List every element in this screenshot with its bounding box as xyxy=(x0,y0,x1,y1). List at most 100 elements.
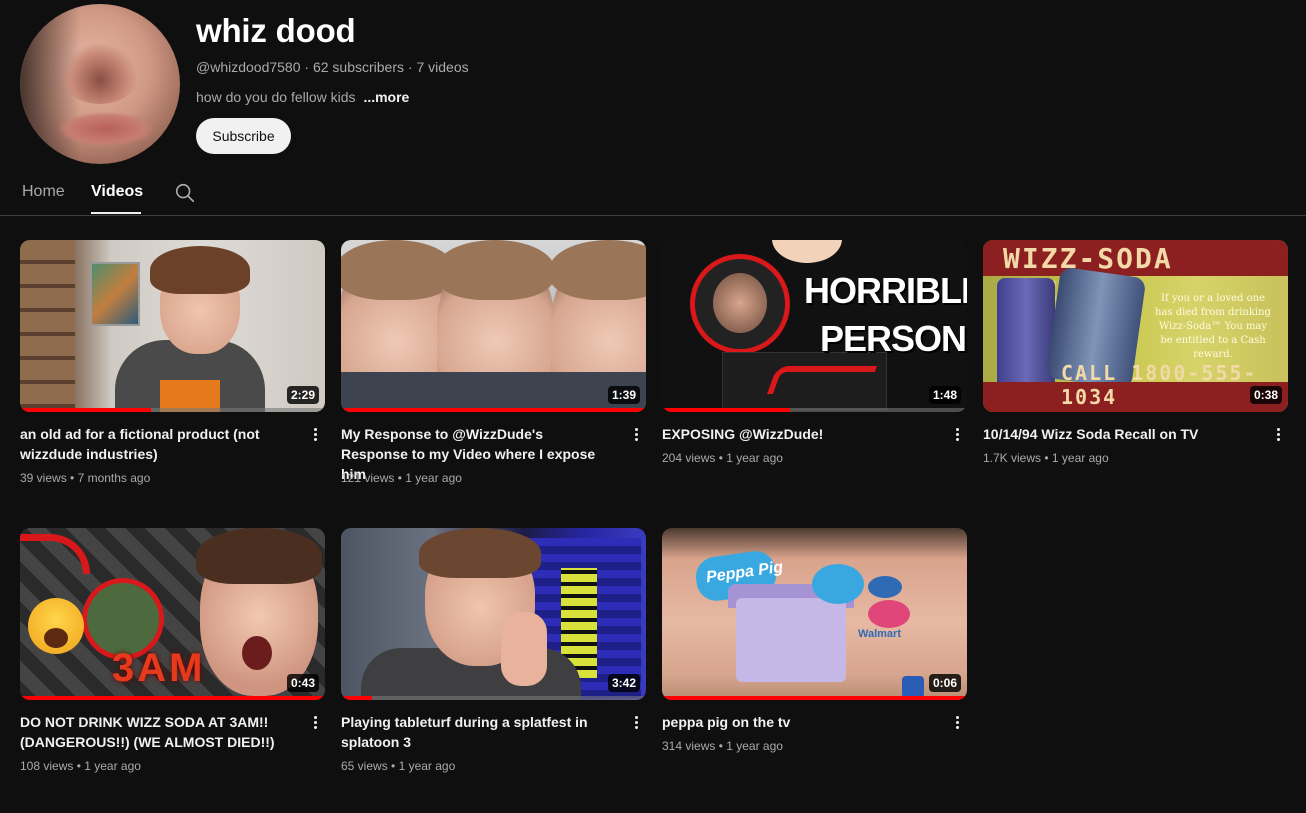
channel-name: whiz dood xyxy=(196,12,356,49)
channel-handle: @whizdood7580 xyxy=(196,59,301,75)
video-card[interactable]: 3:42 Playing tableturf during a splatfes… xyxy=(341,528,646,773)
video-count: 7 videos xyxy=(416,59,469,75)
video-duration: 2:29 xyxy=(286,386,319,404)
video-meta: 1.7K views • 1 year ago xyxy=(983,451,1109,465)
upload-age: 1 year ago xyxy=(84,759,141,773)
more-vert-icon[interactable] xyxy=(630,426,642,444)
thumb-text: Walmart xyxy=(858,628,901,640)
search-icon[interactable] xyxy=(174,182,196,204)
video-duration: 3:42 xyxy=(607,674,640,692)
video-thumbnail[interactable]: WIZZ-SODA RECALL If you or a loved one h… xyxy=(983,240,1288,412)
thumb-art xyxy=(690,254,790,354)
subscribe-button[interactable]: Subscribe xyxy=(196,118,291,154)
video-title[interactable]: EXPOSING @WizzDude! xyxy=(662,424,932,444)
video-duration: 1:48 xyxy=(928,386,961,404)
video-meta: 39 views • 7 months ago xyxy=(20,471,151,485)
thumb-art xyxy=(150,246,250,294)
thumb-text: HORRIBLE xyxy=(804,270,967,311)
video-card[interactable]: 3AM 0:43 DO NOT DRINK WIZZ SODA AT 3AM!!… xyxy=(20,528,325,773)
upload-age: 1 year ago xyxy=(726,451,783,465)
watch-progress xyxy=(341,408,646,412)
watch-progress-fill xyxy=(662,408,791,412)
thumb-art xyxy=(736,598,846,682)
video-title[interactable]: peppa pig on the tv xyxy=(662,712,932,732)
more-vert-icon[interactable] xyxy=(309,426,321,444)
watch-progress xyxy=(20,408,325,412)
thumb-art xyxy=(812,564,864,604)
channel-description[interactable]: how do you do fellow kids ...more xyxy=(196,89,409,105)
thumb-art xyxy=(242,636,272,670)
view-count: 1.7K views xyxy=(983,451,1042,465)
channel-meta: @whizdood7580 · 62 subscribers · 7 video… xyxy=(196,59,469,75)
avatar-face-detail xyxy=(58,112,154,146)
thumb-text: PERSON xyxy=(820,318,967,359)
channel-avatar[interactable] xyxy=(20,4,180,164)
upload-age: 1 year ago xyxy=(1051,451,1109,465)
thumb-art xyxy=(501,612,547,686)
video-title[interactable]: 10/14/94 Wizz Soda Recall on TV xyxy=(983,424,1253,444)
video-card[interactable]: 2:29 an old ad for a fictional product (… xyxy=(20,240,325,485)
video-duration: 0:06 xyxy=(928,674,961,692)
video-card[interactable]: HORRIBLE PERSON 1:48 EXPOSING @WizzDude!… xyxy=(662,240,967,465)
tabs-divider xyxy=(0,215,1306,216)
upload-age: 1 year ago xyxy=(398,759,456,773)
more-vert-icon[interactable] xyxy=(309,714,321,732)
more-vert-icon[interactable] xyxy=(951,426,963,444)
video-thumbnail[interactable]: 3:42 xyxy=(341,528,646,700)
thumb-art xyxy=(713,273,767,333)
thumb-text: If you or a loved one has died from drin… xyxy=(1155,293,1271,360)
video-thumbnail[interactable]: 3AM 0:43 xyxy=(20,528,325,700)
thumb-art xyxy=(772,240,842,263)
thumb-art xyxy=(902,676,924,698)
view-count: 108 views xyxy=(20,759,74,773)
tab-videos[interactable]: Videos xyxy=(91,183,143,201)
thumb-art xyxy=(549,240,646,300)
view-count: 121 views xyxy=(341,471,395,485)
more-vert-icon[interactable] xyxy=(630,714,642,732)
video-card[interactable]: 1:39 My Response to @WizzDude's Response… xyxy=(341,240,646,485)
view-count: 204 views xyxy=(662,451,716,465)
meta-separator: · xyxy=(304,59,313,75)
thumb-art xyxy=(44,628,68,648)
video-meta: 121 views • 1 year ago xyxy=(341,471,462,485)
more-vert-icon[interactable] xyxy=(951,714,963,732)
avatar-face-detail xyxy=(60,44,140,104)
video-meta: 108 views • 1 year ago xyxy=(20,759,141,773)
thumb-art xyxy=(196,528,322,584)
video-title[interactable]: Playing tableturf during a splatfest in … xyxy=(341,712,611,752)
video-thumbnail[interactable]: 2:29 xyxy=(20,240,325,412)
watch-progress-fill xyxy=(20,696,325,700)
thumb-art xyxy=(435,240,555,300)
video-meta: 65 views • 1 year ago xyxy=(341,759,456,773)
description-text: how do you do fellow kids xyxy=(196,89,356,105)
video-card[interactable]: WIZZ-SODA RECALL If you or a loved one h… xyxy=(983,240,1288,465)
watch-progress-fill xyxy=(662,696,967,700)
view-count: 314 views xyxy=(662,739,716,753)
more-vert-icon[interactable] xyxy=(1272,426,1284,444)
thumb-art xyxy=(868,576,902,598)
video-thumbnail[interactable]: HORRIBLE PERSON 1:48 xyxy=(662,240,967,412)
watch-progress-fill xyxy=(341,696,372,700)
video-card[interactable]: Peppa Pig Walmart 0:06 peppa pig on the … xyxy=(662,528,967,753)
video-thumbnail[interactable]: 1:39 xyxy=(341,240,646,412)
video-duration: 0:38 xyxy=(1249,386,1282,404)
more-link[interactable]: ...more xyxy=(363,89,409,105)
subscriber-count: 62 subscribers xyxy=(312,59,405,75)
video-title[interactable]: DO NOT DRINK WIZZ SODA AT 3AM!! (DANGERO… xyxy=(20,712,290,752)
watch-progress-fill xyxy=(341,408,646,412)
upload-age: 7 months ago xyxy=(77,471,151,485)
thumb-art xyxy=(766,366,878,394)
thumb-text: 3AM xyxy=(112,646,206,690)
thumb-art xyxy=(419,528,541,578)
view-count: 65 views xyxy=(341,759,388,773)
watch-progress-fill xyxy=(20,408,152,412)
upload-age: 1 year ago xyxy=(405,471,462,485)
video-title[interactable]: an old ad for a fictional product (not w… xyxy=(20,424,290,464)
watch-progress xyxy=(20,696,325,700)
thumb-art xyxy=(868,600,910,628)
video-thumbnail[interactable]: Peppa Pig Walmart 0:06 xyxy=(662,528,967,700)
upload-age: 1 year ago xyxy=(726,739,783,753)
video-meta: 314 views • 1 year ago xyxy=(662,739,783,753)
thumb-art xyxy=(435,372,555,412)
tab-home[interactable]: Home xyxy=(22,183,65,201)
